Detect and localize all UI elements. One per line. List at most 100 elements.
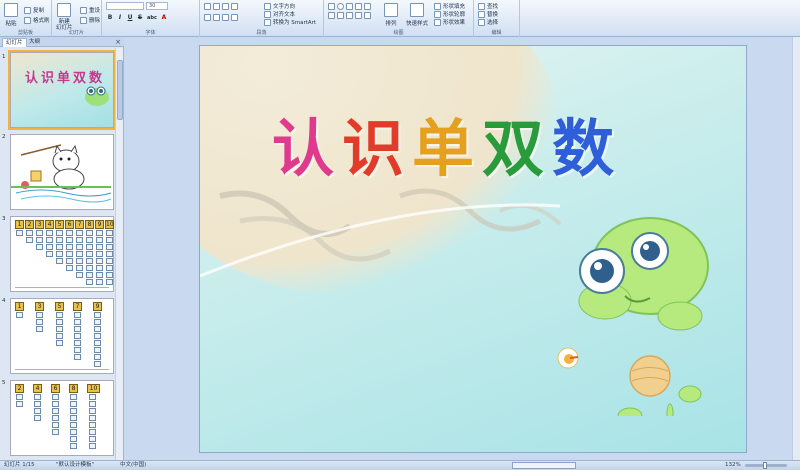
align-right-icon[interactable]: [222, 14, 229, 21]
bold-button[interactable]: B: [106, 14, 114, 22]
shapes-gallery[interactable]: [328, 3, 378, 19]
underline-button[interactable]: U: [126, 14, 134, 22]
reset-button[interactable]: 重设: [80, 6, 100, 14]
slide-thumbnail-5[interactable]: 2 4 6 8 10: [10, 380, 114, 456]
tab-slides[interactable]: 幻灯片: [2, 38, 27, 47]
font-size-combo[interactable]: 30: [146, 2, 168, 10]
number-cell: 7: [73, 302, 82, 311]
block-column: [56, 312, 63, 347]
number-cell: 5: [55, 220, 64, 229]
slide-editing-area: 认 识 单 双 数: [124, 37, 800, 460]
increase-indent-icon[interactable]: [231, 3, 238, 10]
quick-styles-button[interactable]: 快速样式: [406, 3, 428, 27]
slide-canvas[interactable]: 认 识 单 双 数: [199, 45, 747, 453]
strikethrough-button[interactable]: S: [136, 14, 144, 22]
paragraph-group-label: 段落: [256, 30, 267, 36]
slide-thumbnail-4[interactable]: 1 3 5 7 9: [10, 298, 114, 374]
slide-number: 2: [2, 134, 6, 140]
callout-shape-icon[interactable]: [346, 12, 353, 19]
number-cell: 3: [35, 302, 44, 311]
title-char: 认: [272, 112, 335, 185]
copy-button[interactable]: 复制: [24, 6, 44, 14]
italic-button[interactable]: I: [116, 14, 124, 22]
thumbnail-scrollbar[interactable]: [115, 48, 123, 460]
numbering-icon[interactable]: [213, 3, 220, 10]
new-slide-button[interactable]: 新建 幻灯片: [56, 3, 73, 31]
scroll-thumb[interactable]: [117, 60, 123, 120]
delete-icon: [80, 16, 87, 24]
number-cell: 8: [85, 220, 94, 229]
slide-title[interactable]: 认 识 单 双 数: [272, 114, 614, 184]
text-direction-button[interactable]: 文字方向: [264, 2, 295, 10]
view-switcher[interactable]: [512, 462, 576, 469]
replace-button[interactable]: 替换: [478, 10, 498, 18]
format-painter-icon: [24, 16, 31, 24]
triangle-shape-icon[interactable]: [364, 3, 371, 10]
justify-icon[interactable]: [231, 14, 238, 21]
line-shape-icon[interactable]: [346, 3, 353, 10]
font-name-combo[interactable]: [106, 2, 144, 10]
block-column: [76, 230, 83, 279]
editing-group: 查找 替换 选择 编辑: [474, 0, 520, 37]
rectangle-shape-icon[interactable]: [328, 3, 335, 10]
smartart-button[interactable]: 转换为 SmartArt: [264, 18, 316, 26]
slide-number: 3: [2, 216, 6, 222]
shape-outline-icon: [434, 10, 441, 18]
align-left-icon[interactable]: [204, 14, 211, 21]
find-icon: [478, 2, 485, 10]
heart-shape-icon[interactable]: [364, 12, 371, 19]
slide-number: 1: [2, 54, 6, 60]
slide-thumbnail-2[interactable]: [10, 134, 114, 210]
block-column: [34, 394, 41, 422]
shape-fill-icon: [434, 2, 441, 10]
slides-group-label: 幻灯片: [68, 30, 84, 36]
vertical-scrollbar[interactable]: [792, 37, 800, 460]
block-column: [16, 312, 23, 319]
font-color-button[interactable]: A: [160, 14, 168, 22]
block-column: [74, 312, 81, 361]
cube-shape-icon[interactable]: [355, 12, 362, 19]
brace-shape-icon[interactable]: [337, 12, 344, 19]
arrange-icon: [384, 3, 398, 17]
shape-effects-button[interactable]: 形状效果: [434, 18, 465, 26]
block-column: [16, 230, 23, 237]
delete-slide-button[interactable]: 删除: [80, 16, 100, 24]
zoom-level[interactable]: 132%: [725, 461, 741, 470]
shape-outline-button[interactable]: 形状轮廓: [434, 10, 465, 18]
slides-panel: 幻灯片 大纲 × 1 认识单双数 2 3 1 2 3 4 5 6 7 8 9 1…: [0, 37, 124, 460]
align-buttons: [204, 14, 238, 21]
zoom-slider-handle[interactable]: [763, 462, 767, 469]
select-button[interactable]: 选择: [478, 18, 498, 26]
decrease-indent-icon[interactable]: [222, 3, 229, 10]
find-button[interactable]: 查找: [478, 2, 498, 10]
slide-thumbnail-3[interactable]: 1 2 3 4 5 6 7 8 9 10: [10, 216, 114, 292]
shadow-button[interactable]: abc: [146, 14, 158, 22]
number-cell: 3: [35, 220, 44, 229]
shape-fill-button[interactable]: 形状填充: [434, 2, 465, 10]
align-center-icon[interactable]: [213, 14, 220, 21]
format-painter-button[interactable]: 格式刷: [24, 16, 50, 24]
tab-outline[interactable]: 大纲: [26, 38, 43, 47]
number-cell: 6: [51, 384, 60, 393]
close-icon[interactable]: ×: [115, 37, 121, 47]
paste-button[interactable]: 粘贴: [4, 3, 18, 27]
oval-shape-icon[interactable]: [337, 3, 344, 10]
number-cell: 7: [75, 220, 84, 229]
block-column: [36, 312, 43, 333]
slide-thumbnail-1[interactable]: 认识单双数: [8, 50, 116, 130]
font-group-label: 字体: [145, 30, 156, 36]
bullets-icon[interactable]: [204, 3, 211, 10]
star-shape-icon[interactable]: [328, 12, 335, 19]
align-text-button[interactable]: 对齐文本: [264, 10, 295, 18]
paste-icon: [4, 3, 18, 17]
replace-icon: [478, 10, 485, 18]
copy-icon: [24, 6, 31, 14]
drawing-group-label: 绘图: [393, 30, 404, 36]
select-icon: [478, 18, 485, 26]
block-column: [106, 230, 113, 286]
slide-number: 4: [2, 298, 6, 304]
quick-styles-icon: [410, 3, 424, 17]
arrange-button[interactable]: 排列: [384, 3, 398, 27]
turtle-image[interactable]: [570, 206, 740, 416]
arrow-shape-icon[interactable]: [355, 3, 362, 10]
